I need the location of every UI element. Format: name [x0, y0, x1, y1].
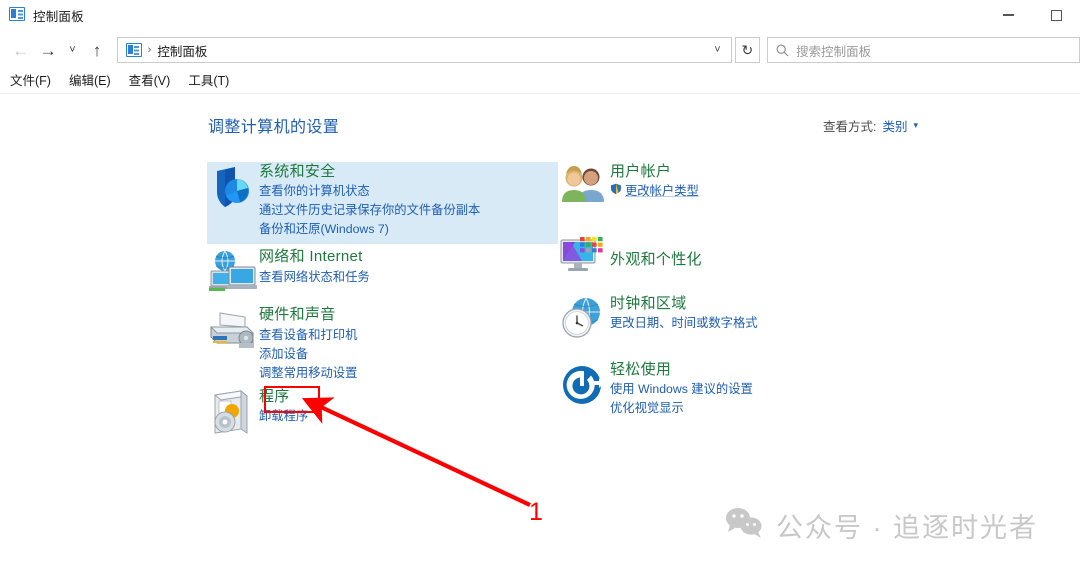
- refresh-button[interactable]: ↻: [734, 37, 761, 63]
- category-column-right: 用户帐户 更改帐户类型 外观和个性化 时钟和区域 更改日期、时间或数字格式 轻松…: [558, 160, 888, 430]
- category-system-and-security[interactable]: 系统和安全 查看你的计算机状态 通过文件历史记录保存你的文件备份副本 备份和还原…: [207, 160, 567, 239]
- menu-item-view[interactable]: 查看(V): [120, 75, 180, 88]
- control-panel-window: 控制面板 ← → ˅ ↑ › 控制面板 ˅ ↻ 搜索控制面板 文件(F) 编辑(…: [0, 0, 1080, 571]
- uac-shield-icon: [610, 182, 622, 201]
- category-body: 系统和安全 查看你的计算机状态 通过文件历史记录保存你的文件备份副本 备份和还原…: [259, 160, 480, 239]
- address-bar[interactable]: › 控制面板 ˅: [116, 37, 732, 63]
- category-link[interactable]: 使用 Windows 建议的设置: [610, 380, 753, 399]
- printer-hardware-icon: [207, 305, 259, 357]
- category-link[interactable]: 更改日期、时间或数字格式: [610, 314, 758, 333]
- ease-of-access-icon: [558, 360, 610, 412]
- forward-button[interactable]: →: [34, 36, 61, 64]
- breadcrumb-separator: ›: [147, 43, 152, 56]
- control-panel-icon: [125, 43, 142, 57]
- minimize-icon: [1002, 14, 1014, 16]
- category-title[interactable]: 时钟和区域: [610, 294, 687, 314]
- category-network-and-internet[interactable]: 网络和 Internet 查看网络状态和任务: [207, 245, 567, 299]
- menu-item-tools[interactable]: 工具(T): [179, 75, 238, 88]
- menu-item-edit[interactable]: 编辑(E): [60, 75, 120, 88]
- title-bar: 控制面板: [0, 0, 1080, 30]
- search-box[interactable]: 搜索控制面板: [767, 37, 1080, 63]
- breadcrumb-path[interactable]: 控制面板: [157, 41, 207, 60]
- menu-item-file[interactable]: 文件(F): [0, 75, 60, 88]
- back-arrow-icon: ←: [12, 40, 30, 60]
- maximize-button[interactable]: [1032, 0, 1080, 30]
- minimize-button[interactable]: [984, 0, 1032, 30]
- category-appearance-and-personalization[interactable]: 外观和个性化: [558, 226, 888, 280]
- refresh-icon: ↻: [741, 41, 754, 58]
- category-body: 网络和 Internet 查看网络状态和任务: [259, 245, 370, 286]
- menubar-divider: [0, 93, 1080, 94]
- window-title: 控制面板: [33, 9, 84, 24]
- annotation-number: 1: [529, 498, 543, 526]
- clock-globe-icon: [558, 294, 610, 346]
- category-link[interactable]: 优化视觉显示: [610, 399, 684, 418]
- view-by-control[interactable]: 查看方式: 类别 ▾: [823, 116, 918, 135]
- category-ease-of-access[interactable]: 轻松使用 使用 Windows 建议的设置 优化视觉显示: [558, 358, 888, 418]
- category-link-label: 更改帐户类型: [625, 184, 699, 199]
- category-link[interactable]: 备份和还原(Windows 7): [259, 220, 389, 239]
- category-title[interactable]: 外观和个性化: [610, 250, 702, 270]
- up-arrow-icon: ↑: [92, 40, 102, 60]
- category-link[interactable]: 调整常用移动设置: [259, 364, 357, 383]
- user-accounts-people-icon: [558, 162, 610, 214]
- back-button[interactable]: ←: [7, 36, 34, 64]
- programs-disc-box-icon: [207, 387, 259, 439]
- category-title[interactable]: 系统和安全: [259, 162, 336, 182]
- navigation-bar: ← → ˅ ↑ › 控制面板 ˅ ↻ 搜索控制面板: [0, 30, 1080, 70]
- chevron-down-icon: ˅: [69, 43, 76, 56]
- search-input-placeholder[interactable]: 搜索控制面板: [796, 41, 871, 60]
- category-link[interactable]: 通过文件历史记录保存你的文件备份副本: [259, 201, 480, 220]
- view-by-label: 查看方式:: [822, 120, 877, 134]
- control-panel-icon: [9, 7, 25, 23]
- category-title[interactable]: 硬件和声音: [259, 305, 336, 325]
- category-hardware-and-sound[interactable]: 硬件和声音 查看设备和打印机 添加设备 调整常用移动设置: [207, 303, 567, 382]
- category-title[interactable]: 用户帐户: [610, 162, 671, 182]
- category-body: 时钟和区域 更改日期、时间或数字格式: [610, 292, 758, 333]
- watermark: 公众号 · 追逐时光者: [724, 506, 1038, 545]
- category-clock-and-region[interactable]: 时钟和区域 更改日期、时间或数字格式: [558, 292, 888, 346]
- page-title: 调整计算机的设置: [208, 119, 340, 136]
- category-body: 硬件和声音 查看设备和打印机 添加设备 调整常用移动设置: [259, 303, 357, 382]
- search-icon: [768, 44, 796, 57]
- category-body: 外观和个性化: [610, 236, 702, 270]
- shield-security-icon: [207, 162, 259, 214]
- category-title[interactable]: 网络和 Internet: [259, 247, 363, 267]
- category-body: 轻松使用 使用 Windows 建议的设置 优化视觉显示: [610, 358, 753, 418]
- watermark-text: 公众号 · 追逐时光者: [776, 513, 1038, 543]
- category-link[interactable]: 更改帐户类型: [610, 182, 699, 201]
- wechat-icon: [724, 506, 764, 545]
- view-by-value[interactable]: 类别: [882, 116, 907, 135]
- category-link[interactable]: 添加设备: [259, 345, 308, 364]
- recent-locations-button[interactable]: ˅: [62, 36, 84, 64]
- window-controls: [984, 0, 1080, 30]
- menu-bar: 文件(F) 编辑(E) 查看(V) 工具(T): [0, 70, 1080, 93]
- annotation-arrow: [301, 397, 531, 507]
- chevron-down-icon[interactable]: ▾: [913, 120, 918, 131]
- category-body: 用户帐户 更改帐户类型: [610, 160, 699, 201]
- category-link[interactable]: 查看设备和打印机: [259, 326, 357, 345]
- forward-arrow-icon: →: [39, 40, 57, 60]
- category-link[interactable]: 查看网络状态和任务: [259, 268, 370, 287]
- category-title[interactable]: 轻松使用: [610, 360, 671, 380]
- up-button[interactable]: ↑: [83, 36, 110, 64]
- category-user-accounts[interactable]: 用户帐户 更改帐户类型: [558, 160, 888, 214]
- maximize-icon: [1050, 9, 1062, 21]
- category-link[interactable]: 查看你的计算机状态: [259, 182, 370, 201]
- appearance-monitor-icon: [558, 228, 610, 280]
- network-globe-monitors-icon: [207, 247, 259, 299]
- chevron-down-icon[interactable]: ˅: [714, 44, 720, 56]
